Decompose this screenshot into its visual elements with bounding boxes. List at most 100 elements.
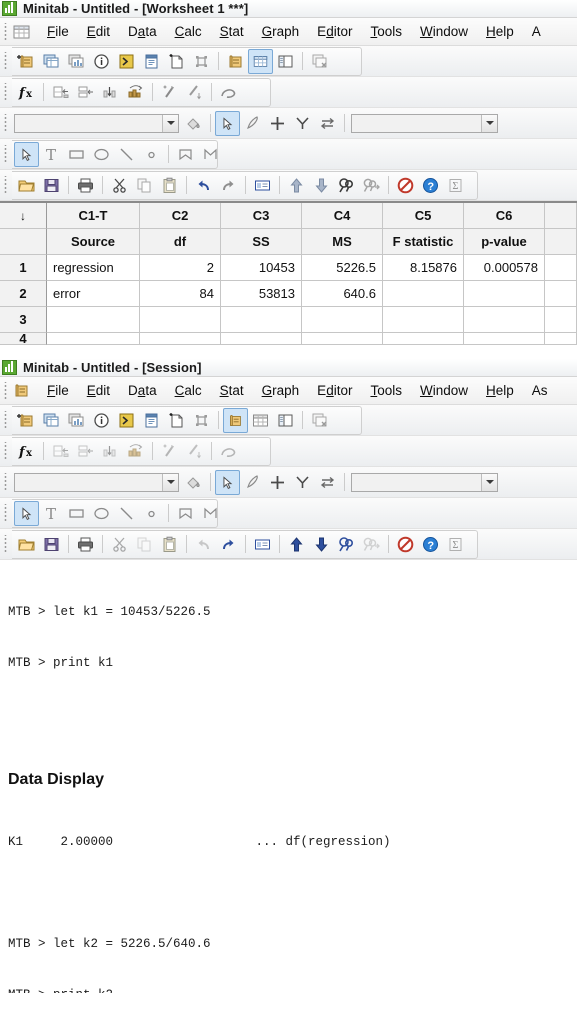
polyline-tool-icon[interactable] xyxy=(198,501,223,526)
table-row[interactable]: 4 xyxy=(0,333,577,345)
edit-last-dialog-icon[interactable] xyxy=(250,173,275,198)
select-arrow-icon[interactable] xyxy=(14,141,39,167)
graph-toolbar-gripper[interactable] xyxy=(3,114,9,132)
cell-r4-c5[interactable] xyxy=(383,333,464,345)
menu-editor[interactable]: Editor xyxy=(308,381,361,400)
cell-r2-c3[interactable]: 53813 xyxy=(221,281,302,307)
worksheet-grid[interactable]: ↓ C1-T C2 C3 C4 C5 C6 Source df SS MS F … xyxy=(0,201,577,345)
cell-r1-c3[interactable]: 10453 xyxy=(221,255,302,281)
table-row[interactable]: 2 error 84 53813 640.6 xyxy=(0,281,577,307)
arrow-down-icon[interactable] xyxy=(309,173,334,198)
cancel-icon[interactable] xyxy=(393,532,418,557)
cell-r1-overflow[interactable] xyxy=(545,255,577,281)
info-icon[interactable] xyxy=(89,408,114,433)
find-icon[interactable] xyxy=(334,173,359,198)
command-prompt-icon[interactable] xyxy=(114,408,139,433)
arrow-up-icon[interactable] xyxy=(284,173,309,198)
column-header-c4[interactable]: C4 xyxy=(302,203,383,229)
column-header-c1[interactable]: C1-T xyxy=(47,203,140,229)
select-arrow-icon[interactable] xyxy=(14,500,39,526)
cell-r1-c1[interactable]: regression xyxy=(47,255,140,281)
close-all-graphs-icon[interactable] xyxy=(307,49,332,74)
print-icon[interactable] xyxy=(73,532,98,557)
annotation-style-combo[interactable] xyxy=(351,472,498,492)
increase-decimals-icon[interactable] xyxy=(157,80,182,105)
help-icon[interactable]: ? xyxy=(418,173,443,198)
column-header-c5[interactable]: C5 xyxy=(383,203,464,229)
standard-toolbar-gripper[interactable] xyxy=(3,176,9,194)
menu-calc[interactable]: Calc xyxy=(166,381,211,400)
worksheet-corner-cell[interactable]: ↓ xyxy=(0,203,47,229)
sigma-icon[interactable]: Σ xyxy=(443,173,468,198)
open-folder-icon[interactable] xyxy=(14,532,39,557)
find-icon[interactable] xyxy=(334,532,359,557)
arrow-up-icon[interactable] xyxy=(284,532,309,557)
polygon-tool-icon[interactable] xyxy=(173,501,198,526)
cell-r3-c3[interactable] xyxy=(221,307,302,333)
new-project-icon[interactable] xyxy=(14,408,39,433)
column-name-c1[interactable]: Source xyxy=(47,229,140,255)
save-icon[interactable] xyxy=(39,173,64,198)
worksheet-toolbar-gripper[interactable] xyxy=(3,83,9,101)
menu-graph[interactable]: Graph xyxy=(253,381,309,400)
cell-r2-c1[interactable]: error xyxy=(47,281,140,307)
column-name-c4[interactable]: MS xyxy=(302,229,383,255)
new-worksheet-icon[interactable] xyxy=(39,408,64,433)
project-manager-icon[interactable] xyxy=(273,408,298,433)
cell-r3-c2[interactable] xyxy=(140,307,221,333)
menu-stat[interactable]: Stat xyxy=(211,381,253,400)
swap-icon[interactable] xyxy=(315,111,340,136)
column-name-c3[interactable]: SS xyxy=(221,229,302,255)
cell-r3-c1[interactable] xyxy=(47,307,140,333)
print-icon[interactable] xyxy=(73,173,98,198)
menu-data[interactable]: Data xyxy=(119,22,166,41)
column-name-overflow[interactable] xyxy=(545,229,577,255)
history-icon[interactable] xyxy=(139,49,164,74)
help-icon[interactable]: ? xyxy=(418,532,443,557)
cell-r4-c3[interactable] xyxy=(221,333,302,345)
menubar-gripper[interactable] xyxy=(3,381,9,400)
undo-icon[interactable] xyxy=(191,173,216,198)
paste-icon[interactable] xyxy=(157,173,182,198)
fill-color-icon[interactable] xyxy=(181,111,206,136)
crosshair-icon[interactable] xyxy=(265,470,290,495)
standard-toolbar-gripper[interactable] xyxy=(3,535,9,553)
cell-r3-c6[interactable] xyxy=(464,307,545,333)
find-next-icon[interactable] xyxy=(359,173,384,198)
fill-color-icon[interactable] xyxy=(181,470,206,495)
info-icon[interactable] xyxy=(89,49,114,74)
chevron-down-icon[interactable] xyxy=(162,114,178,132)
sort-icon[interactable] xyxy=(98,80,123,105)
cell-r4-c4[interactable] xyxy=(302,333,383,345)
annotation-style-combo[interactable] xyxy=(351,113,498,133)
select-arrow-icon[interactable] xyxy=(215,469,240,495)
menu-assistant[interactable]: As xyxy=(523,381,557,400)
menu-edit[interactable]: Edit xyxy=(78,381,119,400)
line-tool-icon[interactable] xyxy=(114,142,139,167)
worksheet-window-icon[interactable] xyxy=(248,408,273,433)
cell-r2-c6[interactable] xyxy=(464,281,545,307)
drawing-toolbar-gripper[interactable] xyxy=(3,145,9,163)
column-header-c2[interactable]: C2 xyxy=(140,203,221,229)
session-output-pane[interactable]: MTB > let k1 = 10453/5226.5 MTB > print … xyxy=(0,560,577,1027)
arrow-down-icon[interactable] xyxy=(309,532,334,557)
cell-r1-c4[interactable]: 5226.5 xyxy=(302,255,383,281)
command-prompt-icon[interactable] xyxy=(114,49,139,74)
column-name-c6[interactable]: p-value xyxy=(464,229,545,255)
polyline-tool-icon[interactable] xyxy=(198,142,223,167)
history-icon[interactable] xyxy=(139,408,164,433)
cell-r4-overflow[interactable] xyxy=(545,333,577,345)
column-header-overflow[interactable] xyxy=(545,203,577,229)
erase-icon[interactable] xyxy=(216,80,241,105)
cell-r3-c5[interactable] xyxy=(383,307,464,333)
chevron-down-icon[interactable] xyxy=(481,473,497,491)
insert-rows-icon[interactable] xyxy=(73,80,98,105)
rectangle-tool-icon[interactable] xyxy=(64,501,89,526)
ellipse-tool-icon[interactable] xyxy=(89,501,114,526)
cell-r2-c4[interactable]: 640.6 xyxy=(302,281,383,307)
swap-icon[interactable] xyxy=(315,470,340,495)
drawing-toolbar-gripper[interactable] xyxy=(3,504,9,522)
cell-r4-c1[interactable] xyxy=(47,333,140,345)
menu-calc[interactable]: Calc xyxy=(166,22,211,41)
line-tool-icon[interactable] xyxy=(114,501,139,526)
